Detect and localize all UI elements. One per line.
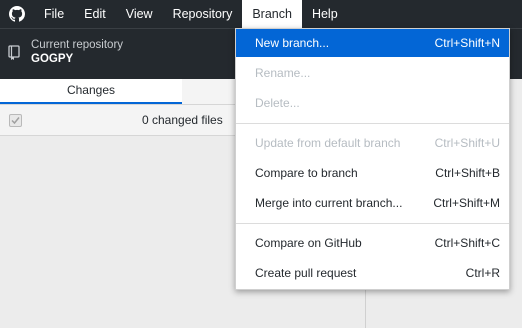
menu-separator [236,123,509,124]
select-all-checkbox[interactable] [9,114,22,127]
menu-item-label: Merge into current branch... [255,196,403,210]
checkmark-icon [11,117,20,125]
github-logo-icon [0,0,34,28]
menu-item-merge-into-current[interactable]: Merge into current branch... Ctrl+Shift+… [236,189,509,217]
menu-view[interactable]: View [116,0,163,28]
menu-item-shortcut: Ctrl+Shift+C [434,236,500,250]
menu-item-compare-on-github[interactable]: Compare on GitHub Ctrl+Shift+C [236,229,509,257]
menu-item-shortcut: Ctrl+Shift+M [433,196,500,210]
menu-item-label: Create pull request [255,266,357,280]
menu-item-rename[interactable]: Rename... [236,59,509,87]
menu-item-delete[interactable]: Delete... [236,89,509,117]
menu-item-label: Delete... [255,96,300,110]
menu-item-compare-to-branch[interactable]: Compare to branch Ctrl+Shift+B [236,159,509,187]
menu-item-shortcut: Ctrl+Shift+B [435,166,500,180]
menu-item-label: New branch... [255,36,330,50]
changed-files-count: 0 changed files [142,113,223,127]
menu-edit[interactable]: Edit [74,0,116,28]
menu-branch[interactable]: Branch [242,0,302,28]
menu-file[interactable]: File [34,0,74,28]
menu-item-label: Compare to branch [255,166,358,180]
menu-help[interactable]: Help [302,0,348,28]
menu-item-new-branch[interactable]: New branch... Ctrl+Shift+N [236,29,509,57]
current-repository-caption: Current repository [31,39,124,51]
menu-item-shortcut: Ctrl+Shift+U [434,136,500,150]
menu-item-shortcut: Ctrl+Shift+N [434,36,500,50]
menu-item-update-from-default[interactable]: Update from default branch Ctrl+Shift+U [236,129,509,157]
menu-separator [236,223,509,224]
menu-item-label: Update from default branch [255,136,401,150]
menu-item-create-pull-request[interactable]: Create pull request Ctrl+R [236,259,509,287]
tab-changes[interactable]: Changes [0,79,182,104]
menu-bar: File Edit View Repository Branch Help [0,0,522,28]
repository-icon [8,45,20,64]
menu-repository[interactable]: Repository [163,0,243,28]
branch-menu-dropdown: New branch... Ctrl+Shift+N Rename... Del… [235,28,510,290]
current-repository-name: GOGPY [31,53,74,65]
menu-item-label: Compare on GitHub [255,236,362,250]
menu-item-shortcut: Ctrl+R [465,266,500,280]
menu-item-label: Rename... [255,66,311,80]
